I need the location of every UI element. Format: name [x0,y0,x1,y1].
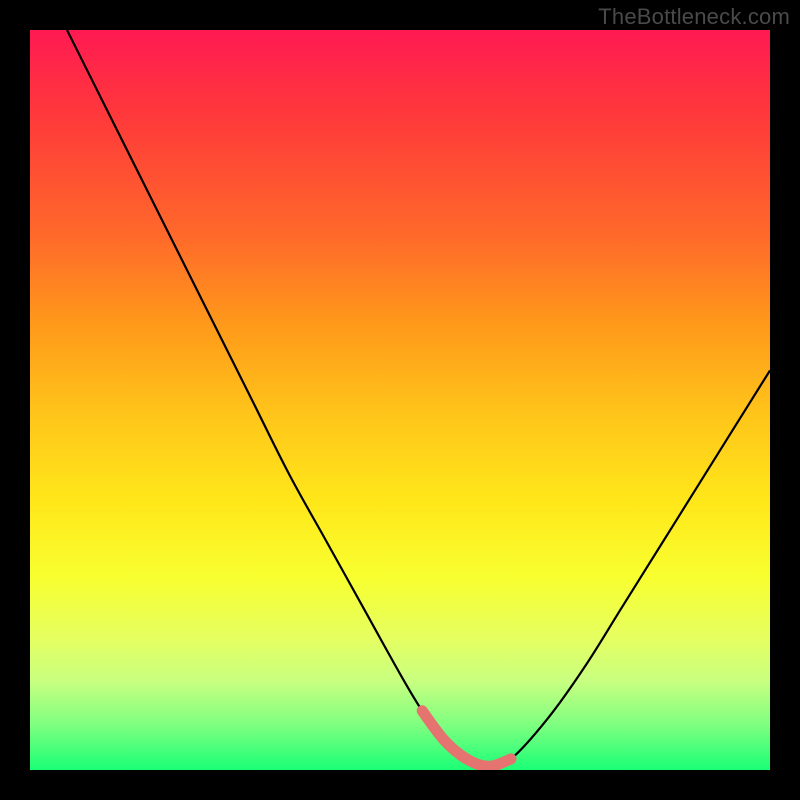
chart-frame: TheBottleneck.com [0,0,800,800]
plot-gradient-background [30,30,770,770]
watermark-text: TheBottleneck.com [598,4,790,30]
